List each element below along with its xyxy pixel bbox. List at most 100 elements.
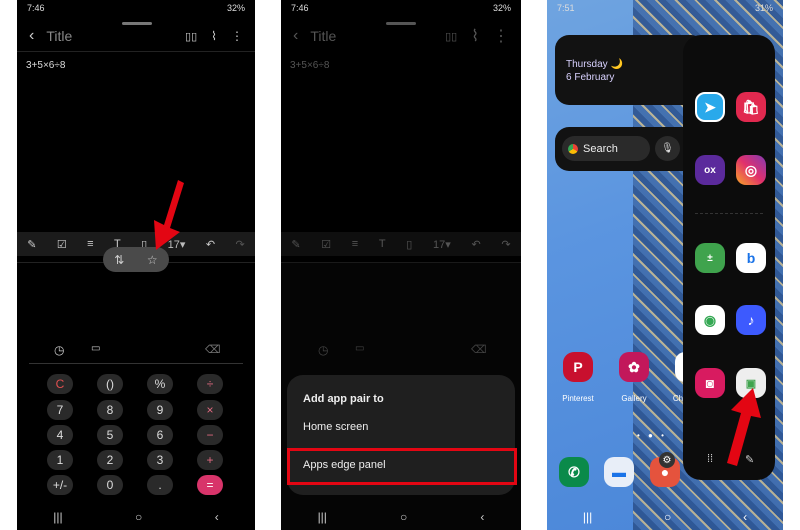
pen-icon[interactable]: ✎ (291, 238, 300, 251)
status-time: 7:46 (27, 3, 45, 13)
red-arrow (727, 388, 761, 466)
bixby-app[interactable]: b (736, 243, 766, 273)
undo-icon[interactable]: ↶ (471, 238, 480, 251)
title-field[interactable]: Title (310, 28, 336, 44)
music-app[interactable]: ♪ (736, 305, 766, 335)
phone-add-app-pair: 7:46 32% ‹ Title ▯▯ ⌇ ⋮ 3+5×6÷8 ✎ ☑ ≡ T ▯ 17▾… (281, 0, 521, 530)
key-button[interactable]: 1 (47, 450, 73, 470)
key-button[interactable]: 8 (97, 400, 123, 420)
key-button[interactable]: × (197, 400, 223, 420)
home-icon[interactable]: ○ (664, 510, 671, 524)
history-icon: ◷ (318, 343, 329, 357)
messages-app[interactable]: ▬ (604, 457, 634, 487)
font-size-select[interactable]: 17▾ (433, 238, 451, 251)
home-icon[interactable]: ○ (400, 510, 407, 524)
checkbox-icon[interactable]: ☑ (57, 238, 67, 251)
nav-bar: ||| ○ ‹ (17, 510, 255, 524)
text-style-icon[interactable]: ≡ (352, 238, 358, 250)
key-button[interactable]: () (97, 374, 123, 394)
undo-icon[interactable]: ↶ (206, 238, 215, 251)
home-icon[interactable]: ○ (135, 510, 142, 524)
recents-icon[interactable]: ||| (53, 510, 62, 524)
sheet-heading: Add app pair to (303, 393, 384, 405)
grid-icon[interactable]: ⁞⁞ (707, 453, 713, 465)
redo-icon[interactable]: ↷ (235, 238, 244, 251)
text-icon[interactable]: T (379, 238, 386, 250)
key-button[interactable]: 7 (47, 400, 73, 420)
key-button[interactable]: 4 (47, 425, 73, 445)
book-icon[interactable]: ▯▯ (185, 30, 197, 43)
key-button[interactable]: % (147, 374, 173, 394)
checkbox-icon[interactable]: ☑ (321, 238, 331, 251)
calculator-app[interactable]: ± (695, 243, 725, 273)
chrome-icon (568, 143, 578, 154)
key-button[interactable]: − (197, 425, 223, 445)
key-button[interactable]: 0 (97, 475, 123, 495)
search-input[interactable]: Search (562, 136, 650, 161)
attach-icon[interactable]: ⌇ (471, 26, 479, 46)
more-tools-icon[interactable]: ▯ (406, 238, 412, 251)
camera-app[interactable]: ◙ (695, 368, 725, 398)
key-button[interactable]: 9 (147, 400, 173, 420)
mic-icon[interactable]: 🎙 (655, 136, 680, 161)
option-apps-edge-panel[interactable]: Apps edge panel (287, 448, 517, 485)
more-icon[interactable]: ⋮ (493, 26, 509, 46)
back-icon[interactable]: ‹ (293, 27, 298, 45)
ruler-icon[interactable]: ▭ (91, 343, 100, 354)
battery-level: 32% (226, 3, 245, 13)
note-toolbar: ✎ ☑ ≡ T ▯ 17▾ ↶ ↷ (281, 232, 521, 256)
back-nav-icon[interactable]: ‹ (480, 510, 484, 524)
recents-icon[interactable]: ||| (318, 510, 327, 524)
key-button[interactable]: +/- (47, 475, 73, 495)
gallery-label: Gallery (621, 394, 647, 403)
search-placeholder: Search (583, 142, 618, 155)
pen-icon[interactable]: ✎ (27, 238, 36, 251)
swap-icon[interactable]: ⇅ (114, 253, 124, 267)
more-icon[interactable]: ⋮ (231, 29, 243, 43)
back-nav-icon[interactable]: ‹ (215, 510, 219, 524)
title-field[interactable]: Title (46, 28, 72, 44)
key-button[interactable]: . (147, 475, 173, 495)
status-time: 7:51 (557, 3, 575, 13)
history-icon[interactable]: ◷ (54, 343, 64, 357)
back-nav-icon[interactable]: ‹ (743, 510, 747, 524)
key-button[interactable]: C (47, 374, 73, 394)
gallery-app[interactable]: ✿ (619, 352, 649, 382)
key-button[interactable]: 6 (147, 425, 173, 445)
backspace-icon: ⌫ (471, 344, 487, 356)
note-text: 3+5×6÷8 (290, 60, 330, 71)
ruler-icon: ▭ (355, 343, 365, 354)
key-button[interactable]: 2 (97, 450, 123, 470)
chrome-edge-app[interactable]: ◉ (695, 305, 725, 335)
redo-icon[interactable]: ↷ (501, 238, 510, 251)
key-button[interactable]: + (197, 450, 223, 470)
instagram-app[interactable]: ◎ (736, 155, 766, 185)
pinterest-label: Pinterest (562, 394, 594, 403)
widget-date: 6 February (566, 72, 615, 83)
add-app-pair-sheet: Add app pair to Home screen Apps edge pa… (287, 375, 517, 495)
attach-icon[interactable]: ⌇ (211, 29, 217, 43)
battery-level: 31% (754, 3, 773, 13)
phone-notes-calculator: 7:46 32% ‹ Title ▯▯ ⌇ ⋮ 3+5×6÷8 ✎ ☑ ≡ T … (17, 0, 255, 530)
battery-level: 32% (492, 3, 511, 13)
book-icon[interactable]: ▯▯ (445, 30, 457, 43)
back-icon[interactable]: ‹ (29, 27, 34, 45)
status-bar: 7:46 32% (27, 3, 245, 13)
recents-icon[interactable]: ||| (583, 510, 592, 524)
key-button[interactable]: 5 (97, 425, 123, 445)
phone-app[interactable]: ✆ (559, 457, 589, 487)
modes-app[interactable]: ox (695, 155, 725, 185)
telegram-app[interactable]: ➤ (695, 92, 725, 122)
note-text[interactable]: 3+5×6÷8 (26, 60, 65, 71)
galaxy-store-app[interactable]: 🛍 (736, 92, 766, 122)
key-button[interactable]: ÷ (197, 374, 223, 394)
page-indicator[interactable]: • ● • (637, 431, 667, 440)
widget-day: Thursday 🌙 (566, 59, 623, 70)
backspace-icon[interactable]: ⌫ (205, 343, 221, 356)
key-button[interactable]: = (197, 475, 223, 495)
gear-icon[interactable]: ⚙ (659, 452, 675, 468)
option-home-screen[interactable]: Home screen (303, 421, 368, 433)
text-style-icon[interactable]: ≡ (87, 238, 93, 250)
key-button[interactable]: 3 (147, 450, 173, 470)
pinterest-app[interactable]: P (563, 352, 593, 382)
